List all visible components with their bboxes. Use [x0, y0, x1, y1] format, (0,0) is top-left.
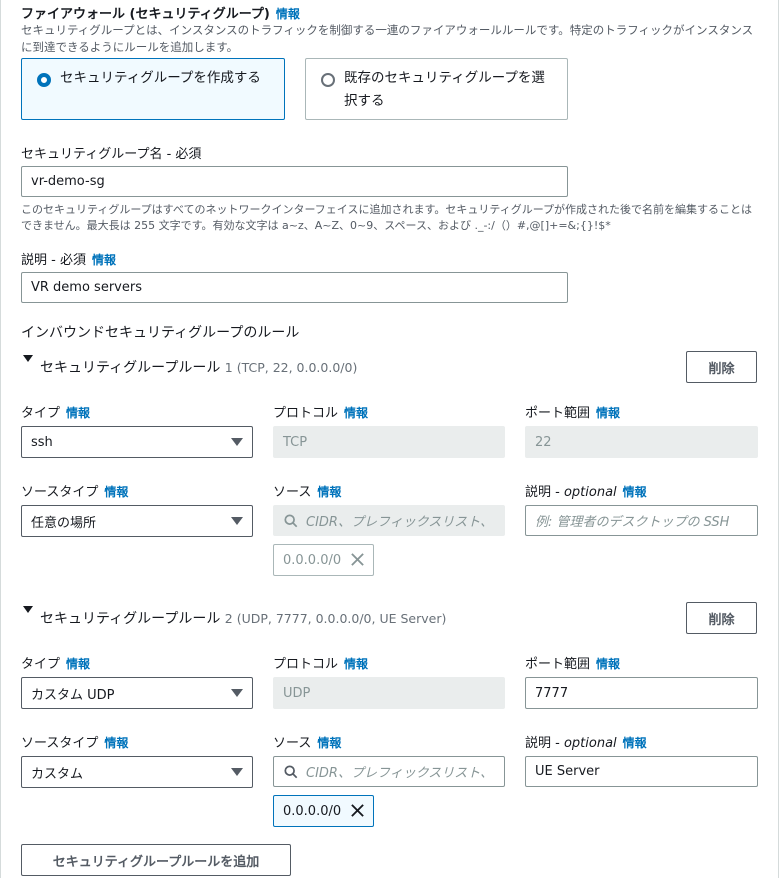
rule-2-source-type-value: カスタム [31, 766, 84, 782]
search-icon [284, 765, 298, 779]
firewall-title-text: ファイアウォール (セキュリティグループ) [21, 7, 270, 22]
rule-2-type-label: タイプ 情報 [21, 653, 90, 672]
rule-1-source-label-text: ソース [273, 485, 312, 500]
rule-1-port-info-link[interactable]: 情報 [596, 406, 620, 420]
sg-desc-label-text: 説明 - 必須 [21, 253, 86, 268]
rule-2-source-type-info-link[interactable]: 情報 [104, 736, 128, 750]
rule-1-desc-label-optional: optional [563, 485, 617, 500]
rule-1-protocol-info-link[interactable]: 情報 [344, 406, 368, 420]
chevron-down-icon [231, 768, 243, 776]
rule-1-protocol-label-text: プロトコル [273, 406, 339, 421]
rule-1-description-placeholder: 例: 管理者のデスクトップの SSH [535, 515, 730, 530]
rule-1-source-type-info-link[interactable]: 情報 [104, 485, 128, 499]
rule-1-source-token: 0.0.0.0/0 [273, 544, 374, 576]
rule-2-heading[interactable]: セキュリティグループルール 2 (UDP, 7777, 0.0.0.0/0, U… [40, 608, 446, 628]
rule-2-port-input[interactable]: 7777 [525, 677, 758, 709]
rule-2-heading-text: セキュリティグループルール [40, 611, 221, 627]
rule-2-desc-label-optional: optional [563, 736, 617, 751]
rule-2-source-token-text: 0.0.0.0/0 [283, 803, 342, 819]
rule-1-source-info-link[interactable]: 情報 [317, 485, 341, 499]
sg-desc-input[interactable]: VR demo servers [21, 272, 568, 303]
rule-2-description-input[interactable]: UE Server [525, 756, 758, 787]
rule-2-source-type-label: ソースタイプ 情報 [21, 732, 128, 751]
rule-2-port-label: ポート範囲 情報 [525, 653, 620, 672]
rule-2-type-label-text: タイプ [21, 657, 61, 672]
rule-2-source-type-select[interactable]: カスタム [21, 756, 253, 788]
search-icon [284, 514, 298, 528]
sg-name-input[interactable]: vr-demo-sg [21, 166, 568, 197]
rule-1-heading-text: セキュリティグループルール [40, 360, 221, 376]
rule-1-type-label-text: タイプ [21, 406, 61, 421]
rule-2-type-info-link[interactable]: 情報 [66, 657, 90, 671]
rule-2-source-type-label-text: ソースタイプ [21, 736, 99, 751]
rule-2-summary: 2 (UDP, 7777, 0.0.0.0/0, UE Server) [224, 611, 447, 626]
rule-1-type-label: タイプ 情報 [21, 402, 90, 421]
rule-1-delete-button[interactable]: 削除 [686, 351, 757, 383]
inbound-rules-title: インバウンドセキュリティグループのルール [21, 325, 300, 341]
sg-desc-label: 説明 - 必須 情報 [21, 249, 116, 268]
radio-select-existing[interactable] [321, 73, 335, 87]
rule-1-port-input: 22 [525, 426, 758, 458]
tile-create-label: セキュリティグループを作成する [60, 70, 261, 86]
rule-2-type-select[interactable]: カスタム UDP [21, 677, 253, 709]
rule-2-source-label-text: ソース [273, 736, 312, 751]
rule-1-source-type-value: 任意の場所 [31, 515, 97, 531]
tile-existing-label: 既存のセキュリティグループを選択する [344, 70, 545, 109]
rule-1-source-type-select[interactable]: 任意の場所 [21, 505, 253, 537]
firewall-title: ファイアウォール (セキュリティグループ) 情報 [21, 3, 300, 22]
rule-1-port-label-text: ポート範囲 [525, 406, 591, 421]
rule-2-desc-label: 説明 - optional 情報 [525, 732, 647, 751]
sg-name-hint: このセキュリティグループはすべてのネットワークインターフェイスに追加されます。セ… [21, 203, 753, 232]
rule-2-delete-button[interactable]: 削除 [686, 602, 757, 634]
rule-1-port-label: ポート範囲 情報 [525, 402, 620, 421]
rule-2-protocol-label: プロトコル 情報 [273, 653, 368, 672]
add-rule-button[interactable]: セキュリティグループルールを追加 [21, 844, 291, 876]
rule-2-port-info-link[interactable]: 情報 [596, 657, 620, 671]
rule-2-port-label-text: ポート範囲 [525, 657, 591, 672]
rule-2-source-search[interactable]: CIDR、プレフィックスリスト、 [273, 756, 505, 787]
chevron-down-icon [231, 438, 243, 446]
rule-2-collapse-icon[interactable] [23, 606, 33, 613]
radio-create[interactable] [37, 73, 51, 87]
rule-1-source-type-label-text: ソースタイプ [21, 485, 99, 500]
chevron-down-icon [231, 689, 243, 697]
rule-2-protocol-info-link[interactable]: 情報 [344, 657, 368, 671]
rule-1-source-search: CIDR、プレフィックスリスト、 [273, 505, 505, 536]
rule-2-source-token: 0.0.0.0/0 [273, 795, 374, 827]
rule-2-source-label: ソース 情報 [273, 732, 341, 751]
rule-1-type-info-link[interactable]: 情報 [66, 406, 90, 420]
rule-1-desc-label: 説明 - optional 情報 [525, 481, 647, 500]
rule-1-description-input[interactable]: 例: 管理者のデスクトップの SSH [525, 505, 758, 536]
rule-2-desc-info-link[interactable]: 情報 [623, 736, 647, 750]
rule-1-source-token-text: 0.0.0.0/0 [283, 552, 342, 568]
rule-1-heading[interactable]: セキュリティグループルール 1 (TCP, 22, 0.0.0.0/0) [40, 357, 357, 377]
rule-2-source-info-link[interactable]: 情報 [317, 736, 341, 750]
tile-select-existing-group[interactable]: 既存のセキュリティグループを選択する [305, 58, 568, 120]
sg-name-label: セキュリティグループ名 - 必須 [21, 147, 202, 162]
rule-2-protocol-label-text: プロトコル [273, 657, 339, 672]
tile-create-security-group[interactable]: セキュリティグループを作成する [21, 58, 285, 120]
firewall-description: セキュリティグループとは、インスタンスのトラフィックを制御する一連のファイアウォ… [21, 23, 754, 54]
rule-1-desc-label-prefix: 説明 - [525, 485, 564, 500]
rule-1-source-label: ソース 情報 [273, 481, 341, 500]
rule-1-protocol-input: TCP [273, 426, 505, 458]
chevron-down-icon [231, 517, 243, 525]
firewall-info-link[interactable]: 情報 [276, 7, 300, 21]
rule-1-source-placeholder: CIDR、プレフィックスリスト、 [306, 515, 494, 530]
rule-1-collapse-icon[interactable] [23, 355, 33, 362]
rule-2-source-placeholder: CIDR、プレフィックスリスト、 [306, 766, 494, 781]
rule-1-summary: 1 (TCP, 22, 0.0.0.0/0) [224, 360, 358, 375]
rule-1-desc-info-link[interactable]: 情報 [623, 485, 647, 499]
sg-desc-info-link[interactable]: 情報 [92, 253, 116, 267]
rule-2-type-value: カスタム UDP [31, 687, 115, 703]
rule-1-type-select[interactable]: ssh [21, 426, 253, 458]
close-icon[interactable] [350, 803, 365, 818]
rule-1-type-value: ssh [31, 434, 53, 450]
rule-1-source-type-label: ソースタイプ 情報 [21, 481, 128, 500]
rule-1-protocol-label: プロトコル 情報 [273, 402, 368, 421]
rule-2-protocol-input: UDP [273, 677, 505, 709]
rule-2-desc-label-prefix: 説明 - [525, 736, 564, 751]
close-icon [351, 553, 364, 566]
